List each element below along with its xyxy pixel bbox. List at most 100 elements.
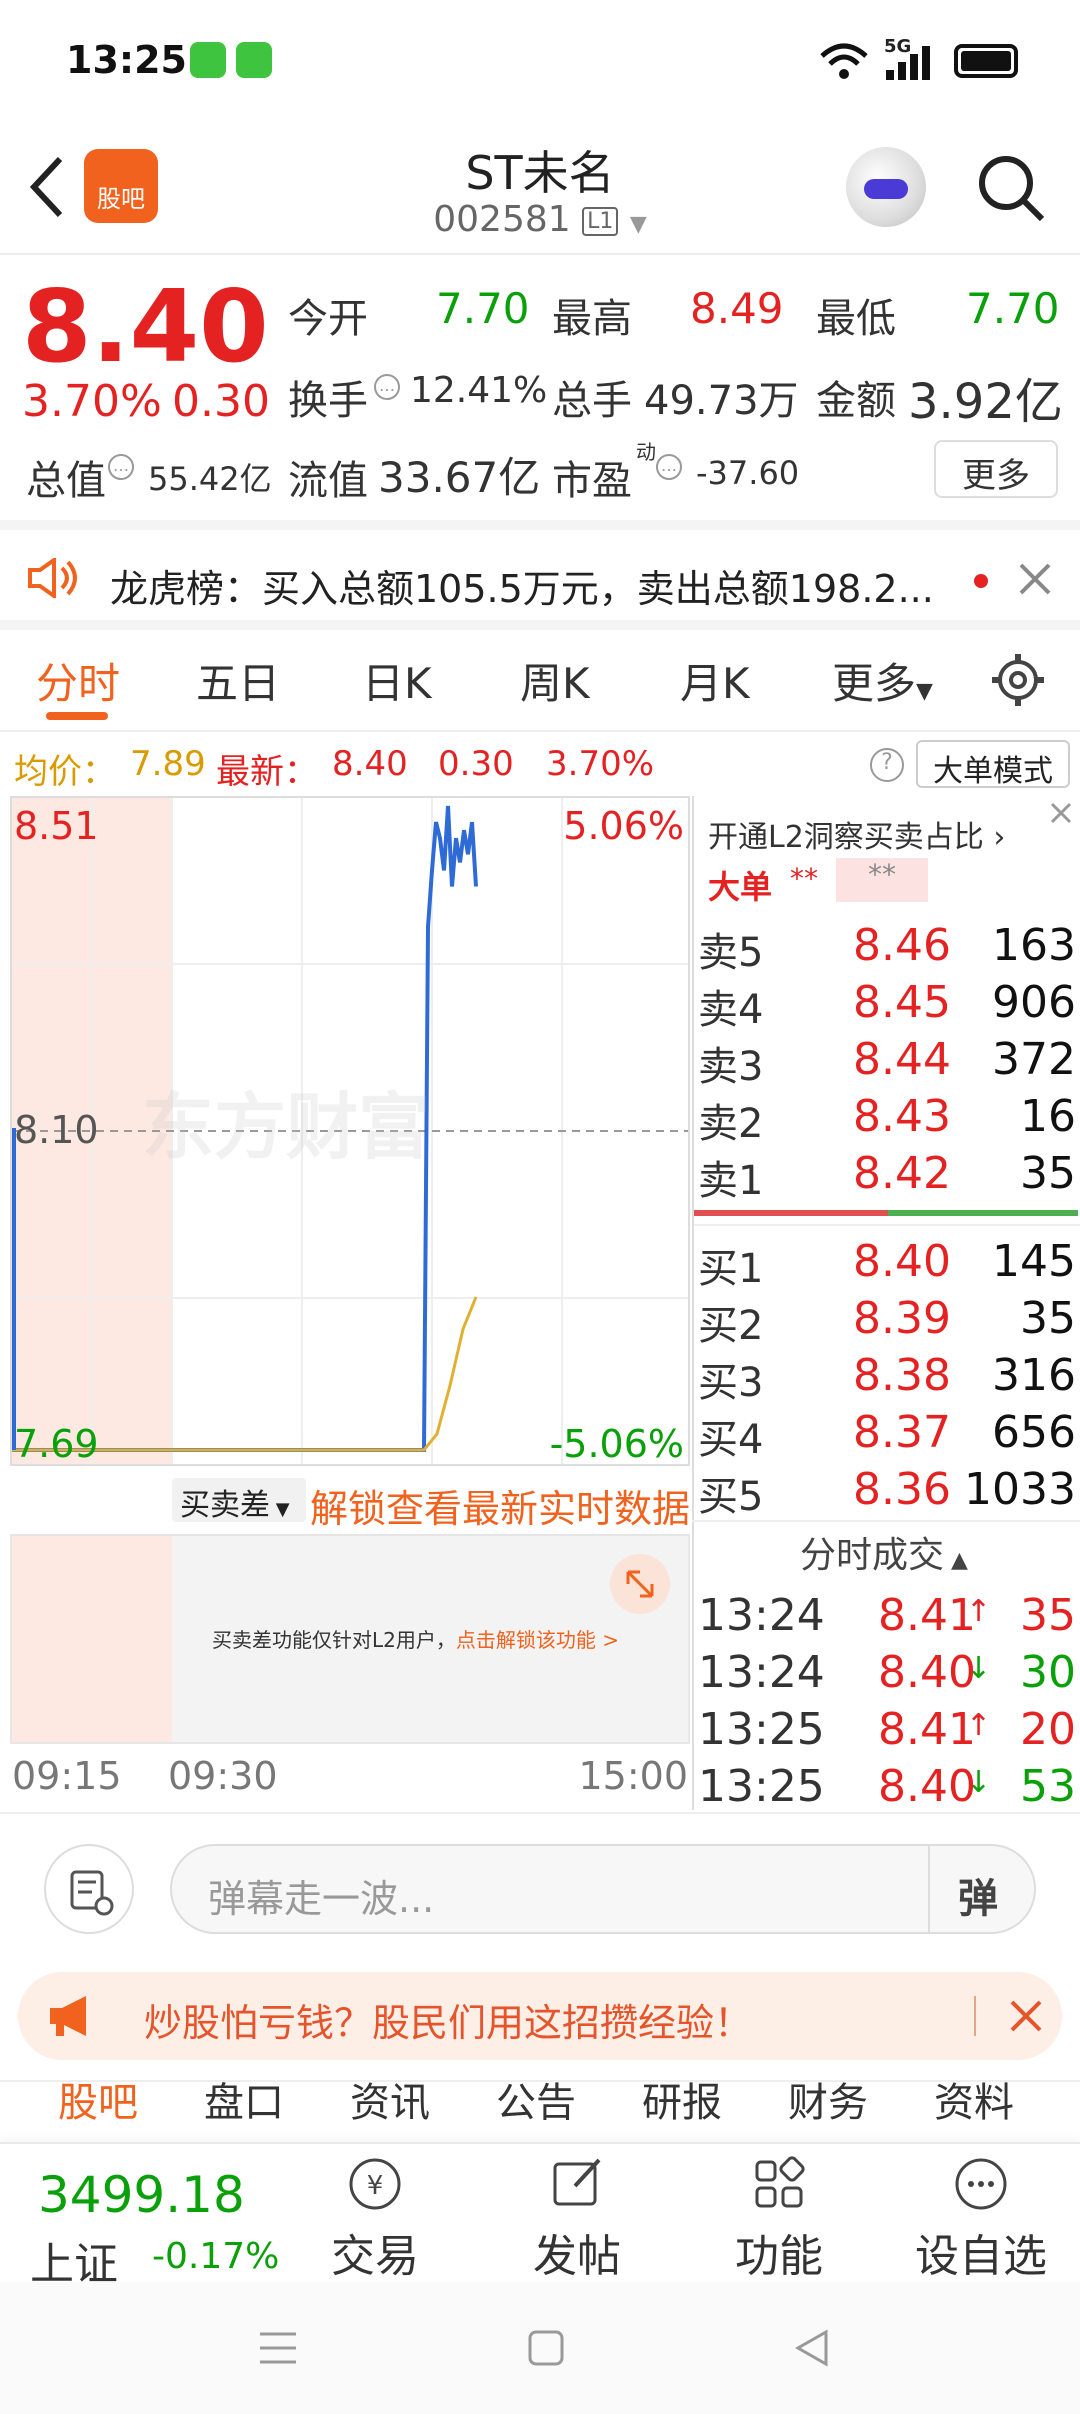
- subtab-finance[interactable]: 财务: [788, 2070, 868, 2128]
- header: 股吧 ST未名 002581 L1 ▼: [0, 125, 1080, 255]
- ask-price: 8.44: [853, 1034, 951, 1085]
- tab-day-k[interactable]: 日K: [362, 650, 432, 711]
- functions-button-label: 功能: [735, 2231, 823, 2282]
- subtab-research[interactable]: 研报: [642, 2070, 722, 2128]
- l2-promo-link[interactable]: 开通L2洞察买卖占比 ›: [708, 812, 1005, 856]
- sell-pressure-bar: [694, 1210, 888, 1216]
- trades-header[interactable]: 分时成交 ▲: [800, 1526, 968, 1578]
- bid-row[interactable]: 买5 8.36 1033: [698, 1464, 1076, 1520]
- trade-volume: 30: [1020, 1647, 1076, 1698]
- ask-row[interactable]: 卖5 8.46 163: [698, 920, 1076, 976]
- help-icon[interactable]: ?: [870, 748, 904, 782]
- subtab-profile[interactable]: 资料: [934, 2070, 1014, 2128]
- subtab-news[interactable]: 资讯: [350, 2070, 430, 2128]
- functions-button[interactable]: 功能: [714, 2152, 844, 2284]
- close-icon[interactable]: [1018, 562, 1052, 596]
- float-value: 33.67亿: [378, 453, 541, 502]
- add-watchlist-label: 设自选: [915, 2231, 1047, 2282]
- edit-icon: [553, 2158, 601, 2206]
- ad-banner[interactable]: 炒股怕亏钱？股民们用这招攒经验！: [18, 1972, 1062, 2060]
- low-label: 最低: [816, 296, 896, 342]
- menu-icon[interactable]: [258, 2330, 298, 2366]
- tab-intraday[interactable]: 分时: [36, 650, 120, 711]
- bid-volume: 1033: [964, 1464, 1076, 1515]
- ask-row[interactable]: 卖4 8.45 906: [698, 977, 1076, 1033]
- ask-level-label: 卖1: [698, 1158, 764, 1204]
- index-value[interactable]: 3499.18: [38, 2166, 245, 2224]
- bid-price: 8.39: [853, 1293, 951, 1344]
- pre-market-zone: [12, 1536, 172, 1742]
- settings-gear-icon[interactable]: [990, 652, 1046, 708]
- ask-row[interactable]: 卖3 8.44 372: [698, 1034, 1076, 1090]
- quote-panel: 8.40 3.70% 0.30 今开 7.70 最高 8.49 最低 7.70 …: [0, 258, 1080, 518]
- high-value: 8.49: [690, 284, 784, 333]
- mktcap-value: 55.42亿: [148, 460, 272, 498]
- ask-row[interactable]: 卖2 8.43 16: [698, 1091, 1076, 1147]
- comment-placeholder: 弹幕走一波...: [208, 1877, 435, 1921]
- close-icon[interactable]: [1008, 1998, 1044, 2034]
- bid-row[interactable]: 买3 8.38 316: [698, 1350, 1076, 1406]
- subtab-announcements[interactable]: 公告: [496, 2070, 576, 2128]
- bid-price: 8.36: [853, 1464, 951, 1515]
- divider: [692, 1520, 1080, 1522]
- volume-label: 总手: [552, 378, 632, 424]
- post-button[interactable]: 发帖: [512, 2152, 642, 2284]
- close-icon[interactable]: [1048, 800, 1074, 826]
- pe-value: -37.60: [696, 454, 800, 492]
- trade-button[interactable]: ¥ 交易: [310, 2152, 440, 2284]
- wifi-icon: [820, 43, 868, 79]
- arrow-up-icon: ↑: [965, 1594, 991, 1629]
- bid-row[interactable]: 买2 8.39 35: [698, 1293, 1076, 1349]
- unlock-realtime-link[interactable]: 解锁查看最新实时数据: [310, 1478, 690, 1533]
- notice-bar[interactable]: 龙虎榜：买入总额105.5万元，卖出总额198.2...: [0, 520, 1080, 630]
- trade-volume: 35: [1020, 1590, 1076, 1641]
- subtab-pankou[interactable]: 盘口: [204, 2070, 284, 2128]
- trade-volume: 53: [1020, 1761, 1076, 1812]
- bottom-toolbar: 3499.18 上证 -0.17% ¥ 交易 发帖 功能 设自选: [0, 2142, 1080, 2290]
- ask-volume: 906: [992, 977, 1076, 1028]
- caret-up-icon: ▲: [944, 1548, 968, 1573]
- amount-value: 3.92亿: [908, 374, 1063, 430]
- tab-more[interactable]: 更多▼: [832, 650, 933, 711]
- ask-price: 8.45: [853, 977, 951, 1028]
- ask-level-label: 卖3: [698, 1044, 764, 1090]
- price-info-bar: 均价： 7.89 最新： 8.40 0.30 3.70% ? 大单模式: [0, 736, 1080, 792]
- more-button[interactable]: 更多: [934, 440, 1058, 498]
- info-icon[interactable]: …: [108, 454, 134, 480]
- lock-notice-link[interactable]: 点击解锁该功能 >: [456, 1628, 619, 1652]
- trade-price: 8.41: [878, 1590, 976, 1641]
- comment-bar: 弹幕走一波... 弹: [0, 1812, 1080, 1964]
- caret-down-icon: ▼: [916, 679, 933, 704]
- tab-week-k[interactable]: 周K: [520, 650, 590, 711]
- locked-area[interactable]: 买卖差功能仅针对L2用户，点击解锁该功能 >: [10, 1534, 690, 1744]
- info-icon[interactable]: …: [656, 454, 682, 480]
- search-icon[interactable]: [976, 153, 1048, 225]
- arrow-up-icon: ↑: [965, 1708, 991, 1743]
- bid-row[interactable]: 买1 8.40 145: [698, 1236, 1076, 1292]
- danmu-toggle-icon[interactable]: 弹: [958, 1866, 998, 1924]
- big-order-mode-button[interactable]: 大单模式: [916, 740, 1070, 789]
- tab-month-k[interactable]: 月K: [680, 650, 750, 711]
- open-label: 今开: [288, 296, 368, 342]
- info-icon[interactable]: …: [374, 374, 400, 400]
- back-nav-icon[interactable]: [792, 2328, 832, 2368]
- high-label: 最高: [552, 296, 632, 342]
- intraday-chart[interactable]: 东方财富 8.51 8.10 7.69 5.06% -5.06%: [10, 796, 690, 1466]
- chevron-right-icon: ›: [983, 820, 1006, 855]
- bid-row[interactable]: 买4 8.37 656: [698, 1407, 1076, 1463]
- home-icon[interactable]: [526, 2328, 566, 2368]
- tab-five-day[interactable]: 五日: [196, 650, 280, 711]
- trade-time: 13:24: [698, 1647, 825, 1698]
- robot-avatar[interactable]: [846, 147, 926, 227]
- expand-icon[interactable]: [610, 1554, 670, 1614]
- subtab-guba[interactable]: 股吧: [58, 2070, 138, 2128]
- ask-row[interactable]: 卖1 8.42 35: [698, 1148, 1076, 1204]
- add-watchlist-button[interactable]: 设自选: [906, 2152, 1056, 2284]
- bid-level-label: 买5: [698, 1474, 764, 1520]
- comment-settings-icon[interactable]: [44, 1844, 134, 1934]
- ask-volume: 16: [1020, 1091, 1076, 1142]
- signal-icon: [886, 46, 930, 80]
- indicator-selector[interactable]: 买卖差 ▼: [172, 1478, 306, 1523]
- comment-input[interactable]: 弹幕走一波... 弹: [170, 1844, 1036, 1934]
- trades-header-label: 分时成交: [800, 1535, 945, 1576]
